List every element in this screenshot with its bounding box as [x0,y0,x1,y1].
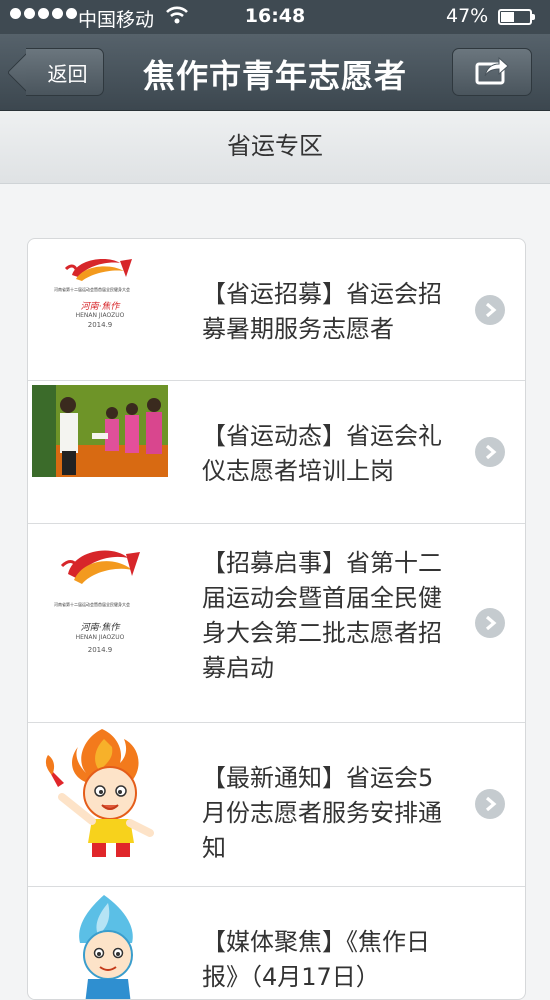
list-item[interactable]: 【媒体聚焦】《焦作日报》（4月17日） [28,887,525,999]
list-item[interactable]: 【最新通知】省运会5月份志愿者服务安排通知 [28,723,525,887]
fire-mascot-thumbnail [32,725,168,861]
list-item-title: 【省运招募】省运会招募暑期服务志愿者 [202,280,442,343]
chevron-right-icon [475,295,505,325]
list-item-title: 【媒体聚焦】《焦作日报》（4月17日） [202,928,430,991]
training-photo-thumbnail [32,385,168,477]
water-mascot-thumbnail [32,893,168,999]
logo-caption: 河南省第十二届运动会暨首届全民健身大会 [54,602,130,607]
list-item-title: 【省运动态】省运会礼仪志愿者培训上岗 [202,422,442,485]
chevron-right-icon [475,608,505,638]
logo-date: 2014.9 [87,321,113,329]
share-icon [474,54,510,90]
section-header: 省运专区 [0,111,550,184]
page-title: 焦作市青年志愿者 [142,57,407,95]
status-bar: 中国移动 16:48 47% [0,0,550,34]
chevron-right-icon [475,437,505,467]
back-button[interactable]: 返回 [26,48,104,96]
games-logo-thumbnail: 河南省第十二届运动会暨首届全民健身大会 河南·焦作 HENAN JIAOZUO … [32,249,168,333]
games-logo-thumbnail: 河南省第十二届运动会暨首届全民健身大会 河南·焦作 HENAN JIAOZUO … [32,540,168,662]
list-item[interactable]: 【省运动态】省运会礼仪志愿者培训上岗 [28,381,525,524]
list-item[interactable]: 河南省第十二届运动会暨首届全民健身大会 河南·焦作 HENAN JIAOZUO … [28,524,525,723]
list-item[interactable]: 河南省第十二届运动会暨首届全民健身大会 河南·焦作 HENAN JIAOZUO … [28,239,525,381]
logo-caption: 河南省第十二届运动会暨首届全民健身大会 [54,287,130,292]
battery-icon [498,9,535,25]
logo-city-cn: 河南·焦作 [80,302,120,312]
logo-date: 2014.9 [87,646,113,654]
logo-city-en: HENAN JIAOZUO [75,312,125,319]
logo-city-en: HENAN JIAOZUO [75,634,125,641]
list-item-title: 【最新通知】省运会5月份志愿者服务安排通知 [202,764,442,862]
news-list: 河南省第十二届运动会暨首届全民健身大会 河南·焦作 HENAN JIAOZUO … [27,238,526,1000]
share-button[interactable] [452,48,532,96]
logo-city-cn: 河南·焦作 [80,623,120,633]
battery-percent: 47% [446,5,489,27]
list-item-title: 【招募启事】省第十二届运动会暨首届全民健身大会第二批志愿者招募启动 [202,549,442,682]
chevron-right-icon [475,789,505,819]
navigation-bar: 返回 焦作市青年志愿者 [0,34,550,111]
